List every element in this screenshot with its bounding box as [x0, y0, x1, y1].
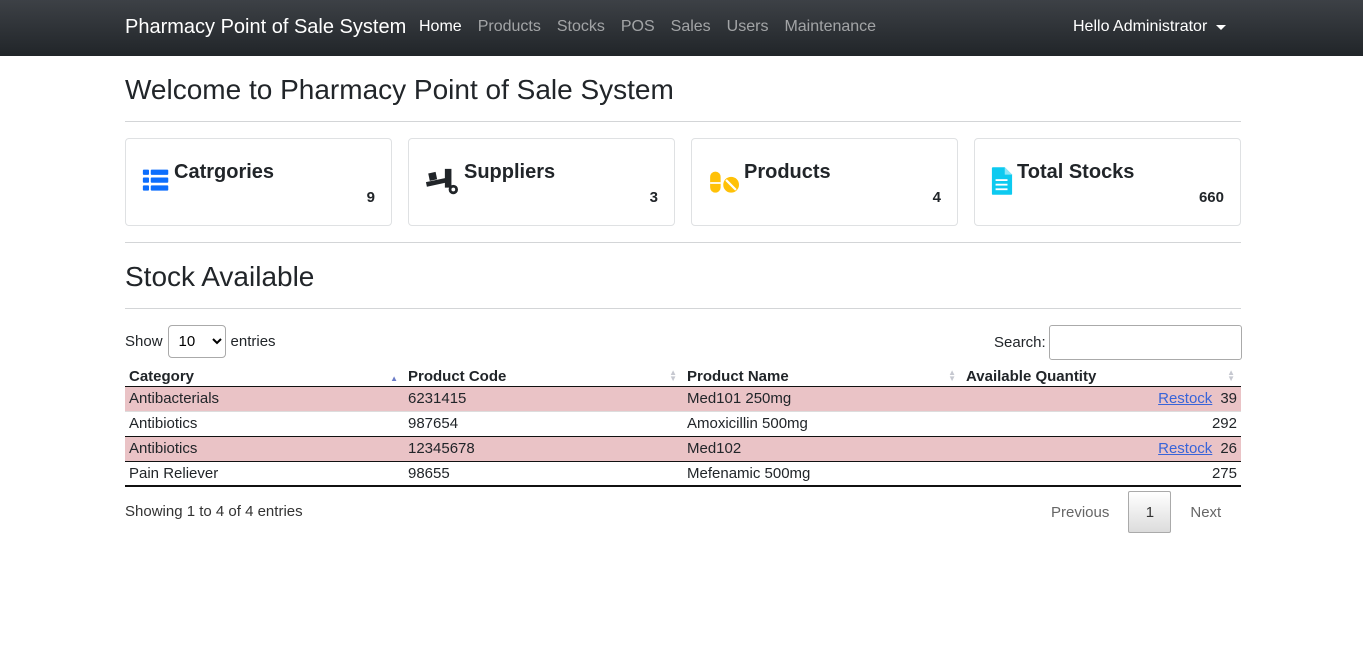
card-value: 3 — [649, 189, 658, 206]
caret-down-icon — [1216, 24, 1227, 30]
sort-icon: ▲ ▼ — [948, 367, 956, 383]
brand-title[interactable]: Pharmacy Point of Sale System — [125, 16, 406, 39]
column-header-category[interactable]: Category ▲ — [125, 362, 404, 387]
nav-sales[interactable]: Sales — [663, 18, 719, 36]
stock-table: Category ▲ Product Code ▲ ▼ Product Name … — [125, 362, 1241, 487]
pills-icon — [710, 171, 739, 193]
cell-name: Med102 — [683, 435, 962, 461]
card-total-stocks: Total Stocks 660 — [974, 138, 1241, 226]
divider — [125, 121, 1241, 122]
divider — [125, 308, 1241, 309]
cell-code: 98655 — [404, 460, 683, 487]
table-row: Antibacterials 6231415 Med101 250mg Rest… — [125, 386, 1241, 411]
cell-quantity: 275 — [962, 460, 1241, 487]
cell-code: 6231415 — [404, 386, 683, 411]
cell-quantity: Restock 39 — [962, 386, 1241, 411]
sort-icon: ▲ ▼ — [669, 367, 677, 383]
column-header-available-quantity[interactable]: Available Quantity ▲ ▼ — [962, 362, 1241, 387]
card-suppliers: Suppliers 3 — [408, 138, 675, 226]
card-title: Catrgories — [174, 161, 275, 183]
truck-loading-icon — [425, 168, 458, 195]
card-title: Suppliers — [464, 161, 556, 183]
page-button-current[interactable]: 1 — [1128, 491, 1172, 533]
cell-quantity: Restock 26 — [962, 435, 1241, 461]
search-input[interactable] — [1048, 325, 1242, 360]
table-row: Antibiotics 987654 Amoxicillin 500mg 292 — [125, 410, 1241, 436]
card-categories: Catrgories 9 — [125, 138, 392, 226]
cell-category: Antibiotics — [125, 410, 404, 436]
cell-code: 12345678 — [404, 435, 683, 461]
card-value: 9 — [366, 189, 375, 206]
cell-name: Amoxicillin 500mg — [683, 410, 962, 436]
next-button[interactable]: Next — [1174, 504, 1237, 521]
card-value: 4 — [932, 189, 941, 206]
cell-quantity: 292 — [962, 410, 1241, 436]
show-label: Show — [125, 333, 163, 350]
card-title: Products — [744, 161, 831, 183]
table-info: Showing 1 to 4 of 4 entries — [125, 503, 303, 520]
pagination: Previous 1 Next — [1035, 491, 1237, 533]
cell-name: Mefenamic 500mg — [683, 460, 962, 487]
nav-maintenance[interactable]: Maintenance — [776, 18, 884, 36]
search-control: Search: — [994, 325, 1242, 360]
card-value: 660 — [1198, 189, 1224, 206]
restock-link[interactable]: Restock — [1158, 440, 1212, 457]
cell-name: Med101 250mg — [683, 386, 962, 411]
cell-category: Pain Reliever — [125, 460, 404, 487]
sort-icon: ▲ ▼ — [1227, 367, 1235, 383]
page-title: Welcome to Pharmacy Point of Sale System — [125, 74, 674, 105]
nav-users[interactable]: Users — [719, 18, 777, 36]
divider — [125, 242, 1241, 243]
nav-stocks[interactable]: Stocks — [549, 18, 613, 36]
file-icon — [991, 167, 1013, 195]
search-label: Search: — [994, 334, 1046, 351]
column-header-product-name[interactable]: Product Name ▲ ▼ — [683, 362, 962, 387]
nav-home[interactable]: Home — [411, 18, 470, 36]
page-length-select[interactable]: 10 — [167, 325, 226, 358]
column-header-product-code[interactable]: Product Code ▲ ▼ — [404, 362, 683, 387]
table-header-row: Category ▲ Product Code ▲ ▼ Product Name … — [125, 362, 1241, 387]
restock-link[interactable]: Restock — [1158, 390, 1212, 407]
cell-category: Antibacterials — [125, 386, 404, 411]
card-title: Total Stocks — [1017, 161, 1135, 183]
cell-code: 987654 — [404, 410, 683, 436]
card-products: Products 4 — [691, 138, 958, 226]
previous-button[interactable]: Previous — [1035, 504, 1125, 521]
list-icon — [142, 169, 169, 191]
nav-pos[interactable]: POS — [613, 18, 663, 36]
user-greeting: Hello Administrator — [1073, 18, 1208, 35]
page-length-control: Show 10 entries — [125, 325, 276, 358]
nav-links: Home Products Stocks POS Sales Users Mai… — [411, 18, 884, 36]
entries-label: entries — [230, 333, 276, 350]
cell-category: Antibiotics — [125, 435, 404, 461]
user-dropdown[interactable]: Hello Administrator — [1073, 18, 1227, 36]
section-title: Stock Available — [125, 261, 315, 292]
top-navbar: Pharmacy Point of Sale System Home Produ… — [0, 0, 1363, 56]
sort-icon: ▲ — [390, 373, 398, 383]
table-row: Antibiotics 12345678 Med102 Restock 26 — [125, 435, 1241, 461]
nav-products[interactable]: Products — [470, 18, 549, 36]
table-row: Pain Reliever 98655 Mefenamic 500mg 275 — [125, 460, 1241, 487]
